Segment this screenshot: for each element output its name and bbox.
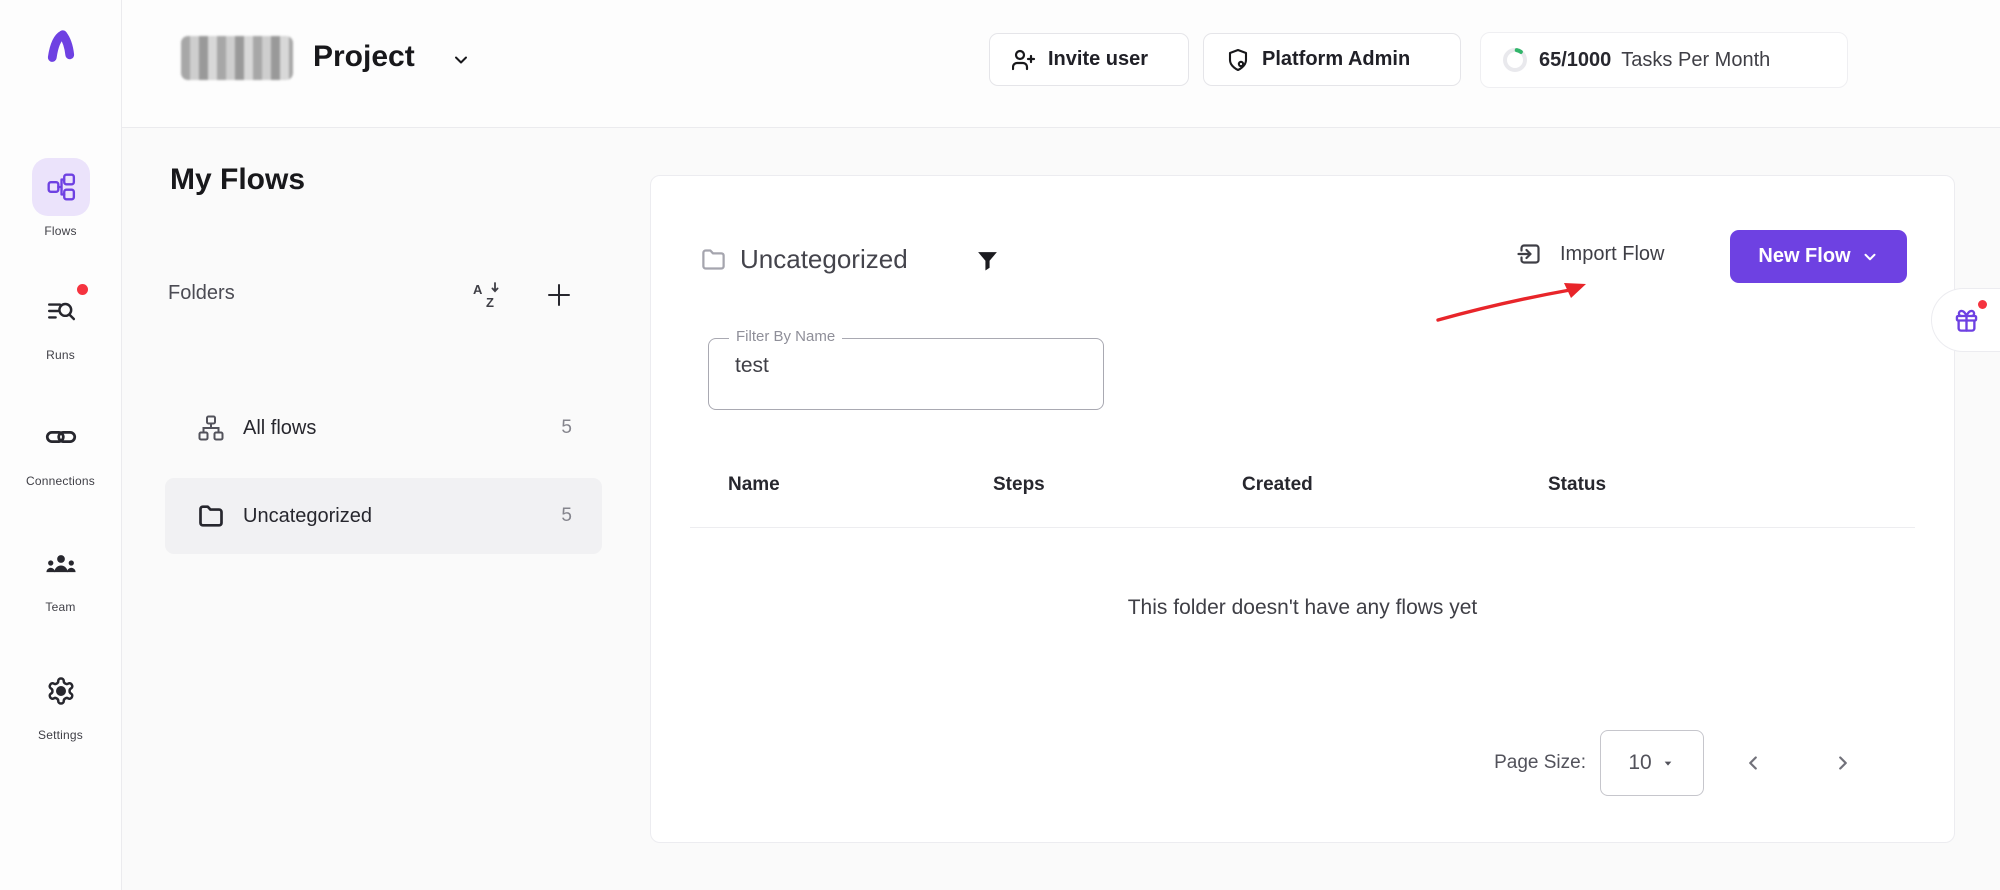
app-root: Flows Runs Connections <box>0 0 2000 890</box>
runs-icon <box>32 282 90 340</box>
filter-field-label: Filter By Name <box>729 328 842 345</box>
link-icon <box>32 408 90 466</box>
filter-name-field: Filter By Name <box>708 338 1104 410</box>
filter-name-input[interactable] <box>733 353 1077 379</box>
folder-count: 5 <box>561 417 572 439</box>
tasks-label: Tasks Per Month <box>1621 49 1770 72</box>
previous-page-button[interactable] <box>1742 752 1764 774</box>
sidebar-item-connections[interactable]: Connections <box>0 408 121 488</box>
top-header: Project Invite user Plat <box>121 0 2000 128</box>
user-plus-icon <box>1012 48 1036 72</box>
filter-funnel-icon[interactable] <box>975 248 1000 273</box>
sidebar-item-team[interactable]: Team <box>0 534 121 614</box>
import-flow-label: Import Flow <box>1560 243 1664 266</box>
panel-title: Uncategorized <box>740 244 908 275</box>
project-title: Project <box>313 40 415 74</box>
column-header-created[interactable]: Created <box>1242 474 1313 496</box>
next-page-button[interactable] <box>1832 752 1854 774</box>
gift-tab-button[interactable] <box>1931 288 2000 352</box>
sitemap-icon <box>197 414 225 442</box>
svg-text:Z: Z <box>486 295 494 310</box>
svg-text:A: A <box>473 282 483 297</box>
notification-dot <box>77 284 88 295</box>
sidebar-item-settings[interactable]: Settings <box>0 662 121 742</box>
page-size-label: Page Size: <box>1460 752 1586 774</box>
folder-count: 5 <box>561 505 572 527</box>
new-flow-label: New Flow <box>1758 245 1850 268</box>
tasks-usage-pill[interactable]: 65/1000 Tasks Per Month <box>1480 32 1848 88</box>
invite-user-button[interactable]: Invite user <box>989 33 1189 86</box>
sort-az-icon[interactable]: A Z <box>472 280 502 310</box>
folder-label: All flows <box>243 417 543 440</box>
folder-icon <box>197 502 225 530</box>
tasks-count: 65/1000 <box>1539 49 1611 72</box>
redacted-project-name <box>181 36 293 80</box>
empty-state-message: This folder doesn't have any flows yet <box>650 596 1955 620</box>
add-folder-button[interactable] <box>545 281 573 309</box>
column-header-status[interactable]: Status <box>1548 474 1606 496</box>
activepieces-logo-icon[interactable] <box>40 26 82 68</box>
folder-item-uncategorized[interactable]: Uncategorized 5 <box>165 478 602 554</box>
page-size-select[interactable]: 10 <box>1600 730 1704 796</box>
folders-heading: Folders <box>168 282 235 305</box>
sidebar-label-flows: Flows <box>44 224 76 238</box>
page-title: My Flows <box>170 163 305 197</box>
chevron-down-icon <box>1660 755 1676 771</box>
import-icon <box>1516 240 1544 268</box>
sidebar-item-flows[interactable]: Flows <box>0 158 121 238</box>
sidebar-item-runs[interactable]: Runs <box>0 282 121 362</box>
folder-item-all-flows[interactable]: All flows 5 <box>165 390 602 466</box>
sidebar: Flows Runs Connections <box>0 0 122 890</box>
import-flow-button[interactable]: Import Flow <box>1516 240 1664 268</box>
chevron-down-icon <box>451 50 471 70</box>
sidebar-label-connections: Connections <box>26 474 95 488</box>
gear-icon <box>32 662 90 720</box>
progress-ring-icon <box>1501 46 1529 74</box>
shield-icon <box>1226 48 1250 72</box>
sidebar-label-team: Team <box>45 600 75 614</box>
table-divider <box>690 527 1915 528</box>
sidebar-label-settings: Settings <box>38 728 83 742</box>
gift-icon <box>1953 307 1980 334</box>
invite-user-label: Invite user <box>1048 48 1148 71</box>
project-switcher[interactable]: Project <box>121 0 541 127</box>
column-header-name[interactable]: Name <box>728 474 780 496</box>
team-icon <box>32 534 90 592</box>
panel-folder-icon <box>700 246 727 273</box>
flows-icon <box>32 158 90 216</box>
sidebar-label-runs: Runs <box>46 348 75 362</box>
page-size-value: 10 <box>1628 751 1651 775</box>
new-flow-button[interactable]: New Flow <box>1730 230 1907 283</box>
notification-dot <box>1978 300 1987 309</box>
chevron-down-icon <box>1861 248 1879 266</box>
folder-label: Uncategorized <box>243 505 543 528</box>
platform-admin-label: Platform Admin <box>1262 48 1410 71</box>
platform-admin-button[interactable]: Platform Admin <box>1203 33 1461 86</box>
column-header-steps[interactable]: Steps <box>993 474 1045 496</box>
